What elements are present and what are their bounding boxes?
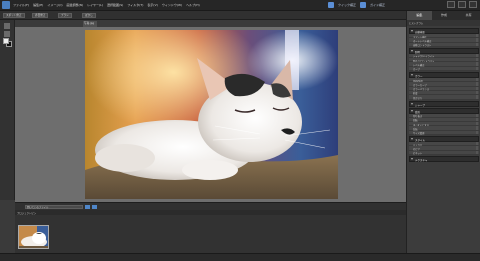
- item-slider[interactable]: [476, 34, 478, 38]
- app-logo-icon: [2, 1, 10, 9]
- guided-fix-icon[interactable]: [360, 2, 367, 8]
- main-menu: ファイル(F) 編集(E) イメージ(I) 画質調整(N) レイヤー(L) 選択…: [13, 3, 200, 7]
- tab-edit[interactable]: 編集: [407, 11, 432, 20]
- bin-action-icon-2[interactable]: [92, 205, 97, 209]
- item-slider[interactable]: [476, 58, 478, 62]
- maximize-button[interactable]: [458, 1, 466, 8]
- foreground-color-swatch[interactable]: [3, 38, 9, 44]
- item-slider[interactable]: [476, 146, 478, 150]
- collapse-triangle-icon: [411, 30, 413, 32]
- item-slider[interactable]: [476, 53, 478, 58]
- list-item[interactable]: 自動コントラスト: [409, 42, 479, 48]
- project-bin-toolbar: 開いているファイル: [15, 202, 406, 210]
- menu-select[interactable]: 選択範囲(S): [107, 3, 123, 7]
- item-slider[interactable]: [476, 38, 478, 42]
- menu-enhance[interactable]: 画質調整(N): [67, 3, 84, 7]
- project-bin: [15, 215, 406, 253]
- tools-palette: [0, 20, 15, 200]
- menu-bar: ファイル(F) 編集(E) イメージ(I) 画質調整(N) レイヤー(L) 選択…: [0, 0, 480, 11]
- edit-panel: 編集 作成 共有 ヒストグラム 自動補正 スマート補正 オートレベル補正 自動コ…: [406, 11, 480, 253]
- item-label: 自動コントラスト: [413, 44, 432, 48]
- quick-fix-link[interactable]: クイック補正: [338, 3, 356, 7]
- bin-dropdown[interactable]: 開いているファイル: [25, 205, 83, 209]
- list-item[interactable]: ビネット: [409, 150, 479, 156]
- collapse-triangle-icon: [411, 157, 413, 160]
- collapse-triangle-icon: [411, 102, 413, 105]
- item-slider[interactable]: [476, 130, 478, 135]
- window-controls: [447, 1, 477, 8]
- option-button-4[interactable]: ぼかし: [82, 13, 96, 18]
- item-slider[interactable]: [476, 82, 478, 86]
- section-sharpen[interactable]: シャープ: [409, 100, 479, 107]
- item-slider[interactable]: [476, 117, 478, 122]
- close-button[interactable]: [469, 1, 477, 8]
- menu-help[interactable]: ヘルプ(H): [186, 3, 200, 7]
- item-label: 色かぶり: [413, 96, 423, 100]
- item-label: カーブ: [413, 68, 420, 72]
- item-label: サイズ変更: [413, 132, 425, 136]
- item-label: ビネット: [413, 152, 423, 156]
- list-item[interactable]: カーブ: [409, 66, 479, 72]
- tool-options-bar: スポット修正 赤目修正 ブラシ ぼかし: [0, 11, 406, 20]
- quick-fix-icon[interactable]: [328, 2, 334, 8]
- item-slider[interactable]: [476, 126, 478, 130]
- item-slider[interactable]: [476, 95, 478, 99]
- item-slider[interactable]: [476, 78, 478, 82]
- adjustment-sections: 自動補正 スマート補正 オートレベル補正 自動コントラスト 照明 シャドウ/ハイ…: [409, 27, 479, 162]
- option-button-1[interactable]: スポット修正: [3, 13, 25, 18]
- item-slider[interactable]: [476, 150, 478, 154]
- collapse-triangle-icon: [411, 138, 413, 141]
- tab-create[interactable]: 作成: [432, 11, 457, 20]
- mode-links: クイック補正 ガイド補正: [328, 2, 385, 8]
- menu-edit[interactable]: 編集(E): [33, 3, 43, 7]
- section-title: テクスチャ: [415, 158, 428, 162]
- item-slider[interactable]: [476, 42, 478, 46]
- menu-view[interactable]: 表示(V): [147, 3, 157, 7]
- menu-layer[interactable]: レイヤー(L): [87, 3, 103, 7]
- move-tool-icon[interactable]: [4, 23, 10, 29]
- item-slider[interactable]: [476, 142, 478, 146]
- menu-window[interactable]: ウィンドウ(W): [162, 3, 182, 7]
- section-texture[interactable]: テクスチャ: [409, 155, 479, 162]
- item-slider[interactable]: [476, 113, 478, 117]
- document-tab[interactable]: 写真.jpg: [83, 21, 97, 27]
- list-item[interactable]: サイズ変更: [409, 130, 479, 136]
- item-slider[interactable]: [476, 86, 478, 90]
- menu-file[interactable]: ファイル(F): [13, 3, 29, 7]
- collapse-triangle-icon: [411, 109, 413, 112]
- item-slider[interactable]: [476, 62, 478, 66]
- cat-photo: [85, 30, 338, 199]
- list-item[interactable]: 色かぶり: [409, 95, 479, 100]
- item-slider[interactable]: [476, 66, 478, 71]
- tab-share[interactable]: 共有: [456, 11, 480, 20]
- guided-fix-link[interactable]: ガイド補正: [370, 3, 385, 7]
- status-bar: [0, 253, 480, 261]
- minimize-button[interactable]: [447, 1, 455, 8]
- bin-action-icon-1[interactable]: [85, 205, 90, 209]
- item-slider[interactable]: [476, 90, 478, 95]
- item-slider[interactable]: [476, 122, 478, 126]
- zoom-tool-icon[interactable]: [4, 31, 10, 37]
- section-title: シャープ: [415, 103, 425, 107]
- panel-subheader: ヒストグラム: [407, 20, 480, 26]
- collapse-triangle-icon: [411, 49, 413, 52]
- menu-filter[interactable]: フィルタ(T): [127, 3, 143, 7]
- option-button-2[interactable]: 赤目修正: [32, 13, 49, 18]
- photo-thumbnail[interactable]: [18, 225, 49, 249]
- collapse-triangle-icon: [411, 74, 413, 77]
- menu-image[interactable]: イメージ(I): [47, 3, 62, 7]
- panel-tabs: 編集 作成 共有: [407, 11, 480, 20]
- option-button-3[interactable]: ブラシ: [58, 13, 72, 18]
- panel-subheader-label: ヒストグラム: [409, 22, 424, 25]
